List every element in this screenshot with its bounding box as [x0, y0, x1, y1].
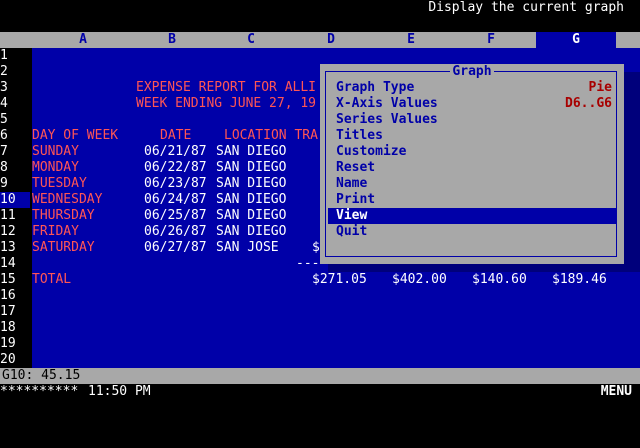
column-header-b[interactable]: B	[132, 32, 212, 48]
day-cell[interactable]: WEDNESDAY	[32, 192, 102, 208]
graph-menu: Graph Graph Type Pie X-Axis Values D6..G…	[320, 64, 624, 264]
menu-item-x-axis-values[interactable]: X-Axis Values D6..G6	[328, 96, 616, 112]
date-cell[interactable]: 06/25/87	[144, 208, 207, 224]
status-message: Display the current graph	[428, 0, 624, 15]
status-line: Display the current graph	[0, 0, 640, 16]
row-number[interactable]: 17	[0, 304, 30, 320]
location-cell[interactable]: SAN DIEGO	[216, 176, 286, 192]
date-cell[interactable]: 06/22/87	[144, 160, 207, 176]
day-cell[interactable]: TUESDAY	[32, 176, 87, 192]
date-cell[interactable]: 06/24/87	[144, 192, 207, 208]
column-header-d[interactable]: D	[291, 32, 371, 48]
location-cell[interactable]: SAN DIEGO	[216, 224, 286, 240]
row-header-bar: 1 2 3 4 5 6 7 8 9 10 11 12 13 14 15 16 1…	[0, 48, 32, 368]
row-number[interactable]: 7	[0, 144, 30, 160]
cell-indicator-bar: G10: 45.15	[0, 368, 640, 384]
row-number[interactable]: 16	[0, 288, 30, 304]
row-number[interactable]: 11	[0, 208, 30, 224]
day-cell[interactable]: SUNDAY	[32, 144, 79, 160]
date-cell[interactable]: 06/27/87	[144, 240, 207, 256]
column-header-e[interactable]: E	[371, 32, 451, 48]
row-number[interactable]: 2	[0, 64, 30, 80]
menu-item-print[interactable]: Print	[328, 192, 616, 208]
row-number[interactable]: 9	[0, 176, 30, 192]
row-number-selected[interactable]: 10	[0, 192, 30, 208]
row-number[interactable]: 13	[0, 240, 30, 256]
footer-stars: **********	[0, 384, 79, 399]
footer-bar: ********** 11:50 PM MENU	[0, 384, 640, 400]
menu-item-name[interactable]: Name	[328, 176, 616, 192]
day-cell[interactable]: MONDAY	[32, 160, 79, 176]
date-cell[interactable]: 06/26/87	[144, 224, 207, 240]
row-number[interactable]: 1	[0, 48, 30, 64]
menu-item-series-values[interactable]: Series Values	[328, 112, 616, 128]
column-header-c[interactable]: C	[211, 32, 291, 48]
row-number[interactable]: 8	[0, 160, 30, 176]
location-cell[interactable]: SAN DIEGO	[216, 144, 286, 160]
row-number[interactable]: 14	[0, 256, 30, 272]
location-cell[interactable]: SAN DIEGO	[216, 192, 286, 208]
menu-item-quit[interactable]: Quit	[328, 224, 616, 240]
day-cell[interactable]: SATURDAY	[32, 240, 95, 256]
column-header-a[interactable]: A	[43, 32, 123, 48]
total-cell-f[interactable]: $140.60	[472, 272, 527, 288]
row-number[interactable]: 18	[0, 320, 30, 336]
header-day[interactable]: DAY OF WEEK	[32, 128, 118, 144]
row-number[interactable]: 20	[0, 352, 30, 368]
row-number[interactable]: 3	[0, 80, 30, 96]
total-label[interactable]: TOTAL	[32, 272, 71, 288]
row-number[interactable]: 6	[0, 128, 30, 144]
day-cell[interactable]: FRIDAY	[32, 224, 79, 240]
row-number[interactable]: 5	[0, 112, 30, 128]
location-cell[interactable]: SAN JOSE	[216, 240, 279, 256]
column-header-bar: A B C D E F G	[0, 32, 640, 48]
column-header-g[interactable]: G	[536, 32, 616, 48]
x-axis-range-value: D6..G6	[565, 96, 612, 111]
total-cell-e[interactable]: $402.00	[392, 272, 447, 288]
menu-item-graph-type[interactable]: Graph Type Pie	[328, 80, 616, 96]
graph-type-value: Pie	[588, 80, 612, 95]
menu-item-customize[interactable]: Customize	[328, 144, 616, 160]
row-number[interactable]: 12	[0, 224, 30, 240]
menu-indicator: MENU	[600, 384, 632, 399]
total-cell-g[interactable]: $189.46	[552, 272, 607, 288]
location-cell[interactable]: SAN DIEGO	[216, 160, 286, 176]
row-number[interactable]: 19	[0, 336, 30, 352]
report-subtitle[interactable]: WEEK ENDING JUNE 27, 19	[136, 96, 316, 112]
date-cell[interactable]: 06/21/87	[144, 144, 207, 160]
day-cell[interactable]: THURSDAY	[32, 208, 95, 224]
current-cell-value: G10: 45.15	[2, 368, 81, 383]
date-cell[interactable]: 06/23/87	[144, 176, 207, 192]
menu-title: Graph	[450, 64, 494, 79]
location-cell[interactable]: SAN DIEGO	[216, 208, 286, 224]
amount-cell-partial[interactable]: $	[312, 240, 320, 256]
menu-item-view[interactable]: View	[328, 208, 616, 224]
row-number[interactable]: 15	[0, 272, 30, 288]
header-location[interactable]: LOCATION TRA	[224, 128, 318, 144]
report-title[interactable]: EXPENSE REPORT FOR ALLI	[136, 80, 316, 96]
menu-item-reset[interactable]: Reset	[328, 160, 616, 176]
header-date[interactable]: DATE	[160, 128, 191, 144]
column-header-f[interactable]: F	[451, 32, 531, 48]
clock: 11:50 PM	[88, 384, 151, 399]
menu-item-titles[interactable]: Titles	[328, 128, 616, 144]
row-number[interactable]: 4	[0, 96, 30, 112]
